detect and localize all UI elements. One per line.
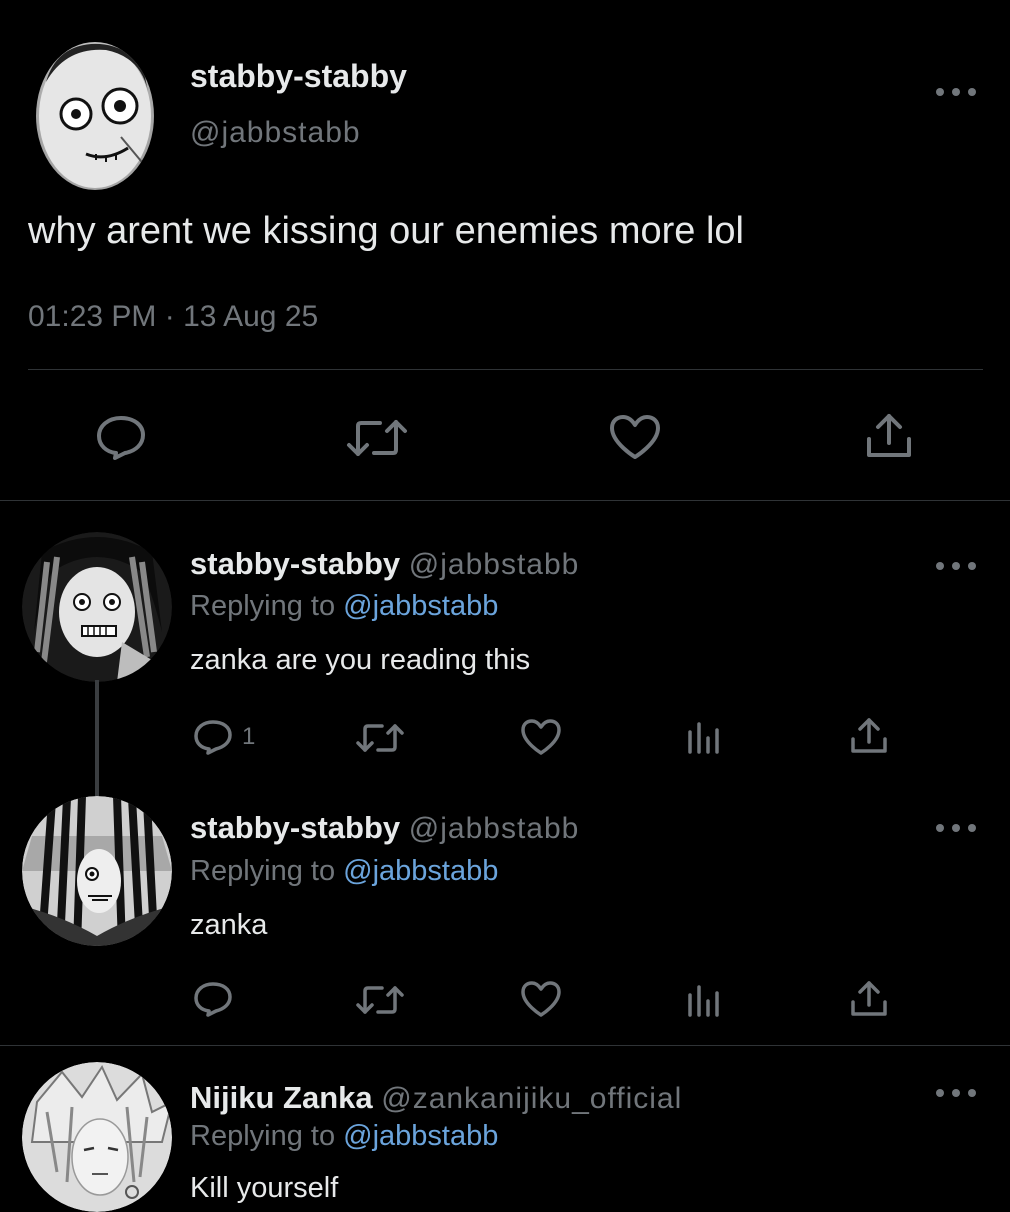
tweet-timestamp: 01:23 PM · 13 Aug 25	[28, 300, 319, 333]
avatar[interactable]	[22, 532, 172, 682]
mention-link[interactable]: @jabbstabb	[343, 590, 498, 622]
replying-to-label: Replying to	[190, 855, 336, 887]
reply-count: 1	[242, 723, 256, 750]
retweet-icon[interactable]	[356, 984, 404, 1016]
reply-author-line[interactable]: stabby-stabby @jabbstabb	[190, 546, 579, 582]
author-name[interactable]: Nijiku Zanka	[190, 1080, 373, 1115]
avatar[interactable]	[22, 796, 172, 946]
more-options-icon[interactable]	[936, 82, 976, 102]
replying-to-line: Replying to @jabbstabb	[190, 855, 498, 888]
mention-link[interactable]: @jabbstabb	[343, 1120, 498, 1152]
author-handle[interactable]: @zankanijiku_official	[381, 1082, 682, 1115]
reply-author-line[interactable]: stabby-stabby @jabbstabb	[190, 810, 579, 846]
retweet-icon[interactable]	[356, 722, 404, 754]
author-name[interactable]: stabby-stabby	[190, 546, 400, 581]
share-icon[interactable]	[849, 979, 889, 1019]
more-options-icon[interactable]	[936, 818, 976, 838]
tweet-text: why arent we kissing our enemies more lo…	[28, 210, 744, 252]
thread-connector-line	[95, 680, 99, 800]
divider	[0, 1045, 1010, 1046]
avatar[interactable]	[22, 1062, 172, 1212]
more-options-icon[interactable]	[936, 1083, 976, 1103]
author-name[interactable]: stabby-stabby	[190, 58, 407, 95]
replying-to-line: Replying to @jabbstabb	[190, 1120, 498, 1153]
analytics-icon[interactable]	[686, 983, 722, 1017]
like-icon[interactable]	[520, 718, 562, 756]
replying-to-label: Replying to	[190, 1120, 336, 1152]
author-handle[interactable]: @jabbstabb	[190, 116, 361, 150]
like-icon[interactable]	[608, 413, 662, 461]
replying-to-line: Replying to @jabbstabb	[190, 590, 498, 623]
divider	[28, 369, 983, 370]
avatar[interactable]	[36, 42, 154, 190]
analytics-icon[interactable]	[686, 720, 722, 754]
author-handle[interactable]: @jabbstabb	[409, 548, 580, 581]
like-icon[interactable]	[520, 980, 562, 1018]
reply-text: zanka	[190, 909, 268, 941]
more-options-icon[interactable]	[936, 556, 976, 576]
reply-text: Kill yourself	[190, 1172, 339, 1204]
replying-to-label: Replying to	[190, 590, 336, 622]
reply-author-line[interactable]: Nijiku Zanka @zankanijiku_official	[190, 1080, 682, 1116]
reply-icon[interactable]	[192, 980, 234, 1018]
mention-link[interactable]: @jabbstabb	[343, 855, 498, 887]
reply-icon[interactable]	[95, 413, 147, 461]
author-name[interactable]: stabby-stabby	[190, 810, 400, 845]
retweet-icon[interactable]	[346, 418, 408, 458]
reply-icon[interactable]	[192, 718, 234, 756]
reply-text: zanka are you reading this	[190, 644, 531, 676]
author-handle[interactable]: @jabbstabb	[409, 812, 580, 845]
divider	[0, 500, 1010, 501]
share-icon[interactable]	[864, 411, 914, 461]
share-icon[interactable]	[849, 716, 889, 756]
